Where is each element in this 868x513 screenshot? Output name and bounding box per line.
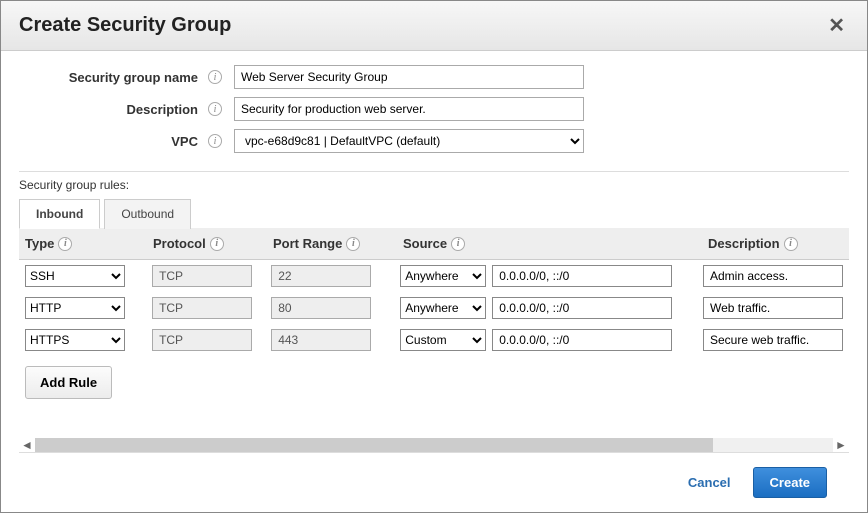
col-protocol-label: Protocol [153,236,206,251]
add-rule-button[interactable]: Add Rule [25,366,112,399]
scroll-left-icon[interactable]: ◄ [19,438,35,452]
rule-type-select[interactable]: HTTPS [25,329,125,351]
row-description: Description i [19,97,849,121]
rule-source-input[interactable] [492,329,672,351]
rule-source-select[interactable]: Custom [400,329,486,351]
rule-type-select[interactable]: HTTP [25,297,125,319]
col-description-label: Description [708,236,780,251]
info-icon[interactable]: i [208,70,222,84]
info-icon[interactable]: i [784,237,798,251]
security-group-name-input[interactable] [234,65,584,89]
dialog-body: Security group name i Description i VPC … [1,51,867,512]
info-icon[interactable]: i [208,102,222,116]
rules-grid-header: Typei Protocoli Port Rangei Sourcei Desc… [19,228,849,260]
create-security-group-dialog: Create Security Group ✕ Security group n… [0,0,868,513]
row-security-group-name: Security group name i [19,65,849,89]
rule-source-select[interactable]: Anywhere [400,297,486,319]
rules-grid-body: SSH Anywhere HTTP Anywhere [19,260,849,356]
rule-protocol-field [152,329,252,351]
col-port-label: Port Range [273,236,342,251]
rule-description-input[interactable] [703,297,843,319]
rules-section-label: Security group rules: [19,178,849,192]
rules-tabs: Inbound Outbound [19,198,849,229]
label-vpc: VPC [19,134,204,149]
dialog-header: Create Security Group ✕ [1,1,867,51]
rule-type-select[interactable]: SSH [25,265,125,287]
rule-source-input[interactable] [492,297,672,319]
rule-port-field [271,329,371,351]
tab-inbound[interactable]: Inbound [19,199,100,229]
rule-source-select[interactable]: Anywhere [400,265,486,287]
rule-protocol-field [152,265,252,287]
create-button[interactable]: Create [753,467,827,498]
horizontal-scrollbar[interactable]: ◄ ► [19,438,849,452]
info-icon[interactable]: i [346,237,360,251]
scroll-right-icon[interactable]: ► [833,438,849,452]
description-input[interactable] [234,97,584,121]
info-icon[interactable]: i [210,237,224,251]
rule-protocol-field [152,297,252,319]
dialog-title: Create Security Group [19,14,231,37]
scroll-track[interactable] [35,438,833,452]
label-description: Description [19,102,204,117]
info-icon[interactable]: i [451,237,465,251]
rule-description-input[interactable] [703,265,843,287]
row-vpc: VPC i vpc-e68d9c81 | DefaultVPC (default… [19,129,849,153]
dialog-footer: Cancel Create [19,452,849,512]
rule-port-field [271,297,371,319]
rule-source-input[interactable] [492,265,672,287]
info-icon[interactable]: i [58,237,72,251]
rule-description-input[interactable] [703,329,843,351]
label-security-group-name: Security group name [19,70,204,85]
table-row: SSH Anywhere [19,260,849,292]
col-source-label: Source [403,236,447,251]
cancel-button[interactable]: Cancel [688,475,731,490]
table-row: HTTP Anywhere [19,292,849,324]
info-icon[interactable]: i [208,134,222,148]
tab-outbound[interactable]: Outbound [104,199,191,229]
table-row: HTTPS Custom [19,324,849,356]
close-icon[interactable]: ✕ [824,13,849,38]
col-type-label: Type [25,236,54,251]
scroll-thumb[interactable] [35,438,713,452]
divider [19,171,849,172]
vpc-select[interactable]: vpc-e68d9c81 | DefaultVPC (default) [234,129,584,153]
rule-port-field [271,265,371,287]
